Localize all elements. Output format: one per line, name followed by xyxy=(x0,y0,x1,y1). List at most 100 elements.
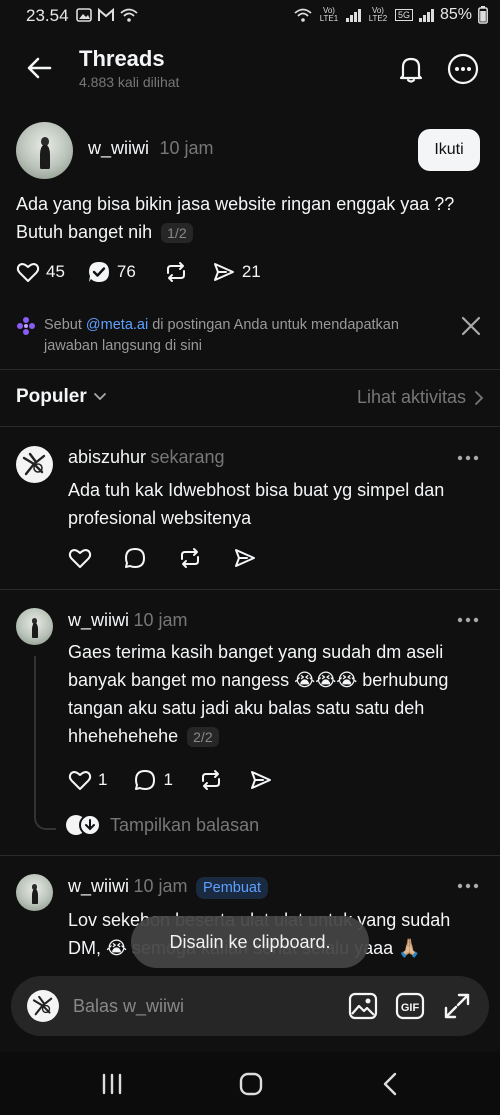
status-right-icons: Vo) LTE1 Vo) LTE2 5G 85% xyxy=(294,6,488,24)
like-button[interactable]: 1 xyxy=(68,768,107,792)
divider xyxy=(0,855,500,856)
reply-actions: 1 1 xyxy=(68,768,273,792)
status-bar: 23.54 Vo) LTE1 Vo) LTE2 5G 85% xyxy=(0,0,500,32)
like-button[interactable]: 45 xyxy=(16,260,65,284)
system-nav-bar xyxy=(0,1052,500,1115)
sort-label: Populer xyxy=(16,386,87,407)
show-replies-button[interactable]: Tampilkan balasan xyxy=(66,814,259,836)
arrow-down-icon xyxy=(85,819,95,831)
sort-row: Populer Lihat aktivitas xyxy=(16,384,484,414)
like-count: 1 xyxy=(98,770,108,789)
post-username[interactable]: w_wiiwi xyxy=(88,138,149,158)
reply-username[interactable]: w_wiiwi xyxy=(68,610,129,630)
sort-dropdown[interactable]: Populer xyxy=(16,386,107,408)
reply-text: Gaes terima kasih banget yang sudah dm a… xyxy=(68,638,480,750)
comment-button[interactable]: 1 xyxy=(133,768,173,792)
wifi-status-icon xyxy=(120,8,138,22)
post-text: Ada yang bisa bikin jasa website ringan … xyxy=(16,190,456,246)
dismiss-banner-button[interactable] xyxy=(460,315,482,337)
mini-avatar xyxy=(79,814,101,836)
bell-icon xyxy=(399,57,423,83)
gallery-icon xyxy=(76,8,92,22)
reply-avatar[interactable] xyxy=(16,446,53,483)
comment-button[interactable] xyxy=(123,546,147,570)
system-back-button[interactable] xyxy=(376,1070,406,1098)
reply-input[interactable] xyxy=(73,988,333,1024)
share-button[interactable] xyxy=(249,768,273,792)
post-time: 10 jam xyxy=(159,138,214,158)
divider xyxy=(0,589,500,590)
repost-count: 76 xyxy=(116,262,136,281)
signal-icon-2 xyxy=(418,8,434,22)
arrow-left-icon xyxy=(27,57,52,79)
more-options-button[interactable] xyxy=(446,52,480,86)
share-button[interactable] xyxy=(233,546,257,570)
reply-username[interactable]: abiszuhur xyxy=(68,447,146,467)
send-icon xyxy=(235,549,255,567)
like-button[interactable] xyxy=(68,546,92,570)
send-icon xyxy=(213,263,234,281)
reply-count-button[interactable]: 76 xyxy=(87,260,136,284)
signal-icon-1 xyxy=(345,8,361,22)
battery-icon xyxy=(478,6,488,24)
creator-badge: Pembuat xyxy=(195,877,268,899)
follow-button[interactable]: Ikuti xyxy=(418,129,480,171)
network-label-1: Vo) LTE1 xyxy=(319,6,339,23)
comment-icon xyxy=(135,770,156,790)
more-icon[interactable] xyxy=(456,454,480,462)
divider xyxy=(0,426,500,427)
more-icon[interactable] xyxy=(456,616,480,624)
page-title: Threads xyxy=(79,46,165,71)
reply-time: 10 jam xyxy=(133,610,188,630)
meta-ai-prefix: Sebut xyxy=(44,317,86,333)
gif-button[interactable]: GIF xyxy=(395,991,425,1021)
meta-ai-banner: Sebut @meta.ai di postingan Anda untuk m… xyxy=(16,313,484,357)
composer-avatar xyxy=(27,990,59,1022)
post-actions: 45 76 21 xyxy=(16,260,261,284)
view-count: 4.883 kali dilihat xyxy=(79,74,180,90)
view-activity-link[interactable]: Lihat aktivitas xyxy=(357,387,484,408)
home-button[interactable] xyxy=(236,1070,266,1098)
more-icon[interactable] xyxy=(456,882,480,890)
reply-body: Gaes terima kasih banget yang sudah dm a… xyxy=(68,642,449,746)
back-button[interactable] xyxy=(24,52,56,84)
meta-ai-mention[interactable]: @meta.ai xyxy=(86,317,148,333)
close-icon xyxy=(461,316,481,336)
view-activity-label: Lihat aktivitas xyxy=(356,387,466,407)
divider xyxy=(0,369,500,370)
image-icon xyxy=(348,992,378,1020)
like-count: 45 xyxy=(46,262,65,281)
reply-meta: w_wiiwi 10 jam xyxy=(68,610,188,631)
reply-time: sekarang xyxy=(150,447,225,467)
home-icon xyxy=(239,1072,263,1096)
comment-check-icon xyxy=(88,262,109,282)
post-meta: w_wiiwi 10 jam xyxy=(88,138,214,159)
doodle-avatar-icon xyxy=(32,995,53,1016)
reply-meta: abiszuhur sekarang xyxy=(68,447,225,468)
heart-icon xyxy=(68,771,92,790)
heart-icon xyxy=(16,263,40,282)
repost-button[interactable] xyxy=(178,546,202,570)
repost-icon xyxy=(181,548,199,568)
notifications-button[interactable] xyxy=(394,52,428,86)
reply-avatar[interactable] xyxy=(16,608,53,645)
reply-actions xyxy=(68,546,257,570)
share-button[interactable]: 21 xyxy=(212,260,261,284)
reply-username[interactable]: w_wiiwi xyxy=(68,876,129,896)
author-avatar[interactable] xyxy=(16,122,73,179)
expand-icon xyxy=(444,993,470,1019)
expand-composer-button[interactable] xyxy=(442,991,472,1021)
reply-meta: w_wiiwi 10 jam Pembuat xyxy=(68,876,268,899)
reply-text: Ada tuh kak Idwebhost bisa buat yg simpe… xyxy=(68,480,445,528)
doodle-avatar-icon xyxy=(22,452,46,476)
recent-apps-button[interactable] xyxy=(97,1070,127,1098)
chevron-down-icon xyxy=(93,393,106,401)
comment-icon xyxy=(125,548,145,568)
clipboard-toast: Disalin ke clipboard. xyxy=(131,916,369,968)
repost-button[interactable] xyxy=(164,260,188,284)
reply-avatar[interactable] xyxy=(16,874,53,911)
chevron-left-icon xyxy=(383,1072,397,1096)
attach-image-button[interactable] xyxy=(348,991,378,1021)
comment-count: 1 xyxy=(163,770,173,789)
repost-button[interactable] xyxy=(199,768,223,792)
